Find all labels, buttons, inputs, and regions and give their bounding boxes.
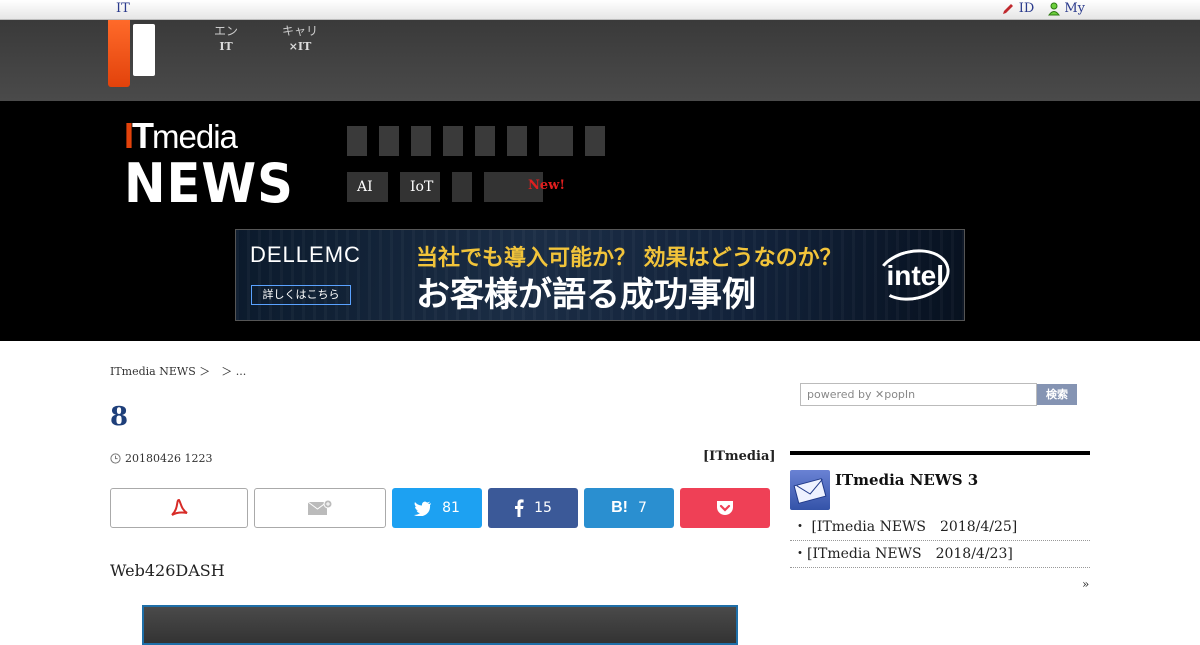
- user-icon: [1048, 2, 1061, 15]
- service-link-1[interactable]: エン IT: [214, 24, 238, 54]
- banner-headline-2: お客様が語る成功事例: [416, 275, 756, 315]
- sidebar-more-link[interactable]: »: [1082, 577, 1089, 591]
- pocket-button[interactable]: [680, 488, 770, 528]
- pdf-button[interactable]: [110, 488, 248, 528]
- it-home-link[interactable]: IT: [116, 1, 130, 16]
- id-link-label: ID: [1018, 1, 1035, 16]
- itmedia-logo-white-bar: [133, 24, 155, 76]
- pencil-icon: [1002, 3, 1013, 14]
- top-right-links: ID My: [1001, 1, 1085, 16]
- subnav-iot[interactable]: IoT: [400, 172, 440, 202]
- nav-item-5[interactable]: [475, 126, 495, 156]
- new-badge: New!: [528, 178, 566, 193]
- sidebar-list-item[interactable]: ・[ITmedia NEWS 2018/4/23]: [790, 541, 1090, 568]
- article-lead: Web426DASH: [110, 561, 225, 580]
- brand-bottom: NEWS: [124, 152, 294, 215]
- service-sub: ×IT: [288, 40, 312, 53]
- date-text: 20180426 1223: [125, 452, 213, 465]
- ad-banner[interactable]: DELLEMC 詳しくはこちら 当社でも導入可能か？ 効果はどうなのか？ お客様…: [235, 229, 965, 321]
- brand-top: ITmedia: [124, 115, 238, 156]
- breadcrumb[interactable]: ITmedia NEWS ＞ ＞ ...: [110, 363, 246, 379]
- nav-item-4[interactable]: [443, 126, 463, 156]
- newsletter-icon: [790, 470, 830, 510]
- nav-item-2[interactable]: [379, 126, 399, 156]
- article-byline: [ITmedia]: [703, 449, 776, 464]
- facebook-share-button[interactable]: 15: [488, 488, 578, 528]
- sidebar-divider: [790, 451, 1090, 455]
- subnav-ai[interactable]: AI: [347, 172, 388, 202]
- pdf-icon: [171, 498, 188, 516]
- sidebar-box-title: ITmedia NEWS 3: [835, 471, 979, 489]
- mail-button[interactable]: [254, 488, 386, 528]
- service-header: [0, 20, 1200, 101]
- service-label: キャリ: [282, 24, 319, 38]
- service-sub: IT: [219, 40, 233, 53]
- service-label: エン: [214, 24, 239, 38]
- pocket-icon: [717, 501, 733, 515]
- nav-item-8[interactable]: [585, 126, 605, 156]
- mail-add-icon: [307, 499, 333, 515]
- twitter-icon: [414, 501, 432, 516]
- banner-detail-button[interactable]: 詳しくはこちら: [251, 285, 351, 305]
- my-link-label: My: [1064, 1, 1085, 16]
- top-utility-bar: IT ID My: [0, 0, 1200, 20]
- article-date: 20180426 1223: [110, 452, 212, 465]
- facebook-count: 15: [534, 500, 552, 516]
- hatena-bookmark-button[interactable]: B! 7: [584, 488, 674, 528]
- article-figure: [142, 605, 738, 645]
- id-link[interactable]: ID: [1001, 1, 1035, 16]
- article-title: 8: [110, 402, 129, 432]
- site-brand-logo[interactable]: ITmedia NEWS: [124, 118, 309, 211]
- itmedia-logo-mark[interactable]: [108, 20, 130, 87]
- service-link-2[interactable]: キャリ ×IT: [282, 24, 318, 54]
- twitter-share-button[interactable]: 81: [392, 488, 482, 528]
- nav-item-6[interactable]: [507, 126, 527, 156]
- dell-emc-logo: DELLEMC: [250, 242, 361, 267]
- site-search-button[interactable]: 検索: [1037, 384, 1077, 405]
- twitter-count: 81: [442, 500, 460, 516]
- subnav-item-3[interactable]: [452, 172, 472, 202]
- nav-item-7[interactable]: [539, 126, 573, 156]
- hatena-icon: B!: [611, 499, 628, 516]
- intel-logo: intel: [886, 260, 944, 291]
- clock-icon: [110, 453, 121, 464]
- hatena-count: 7: [637, 500, 647, 516]
- site-search-input[interactable]: powered by ✕popIn: [800, 383, 1037, 406]
- my-link[interactable]: My: [1048, 1, 1085, 16]
- sidebar-list-item[interactable]: ・ [ITmedia NEWS 2018/4/25]: [790, 514, 1090, 541]
- facebook-icon: [515, 499, 524, 517]
- nav-item-3[interactable]: [411, 126, 431, 156]
- nav-item-1[interactable]: [347, 126, 367, 156]
